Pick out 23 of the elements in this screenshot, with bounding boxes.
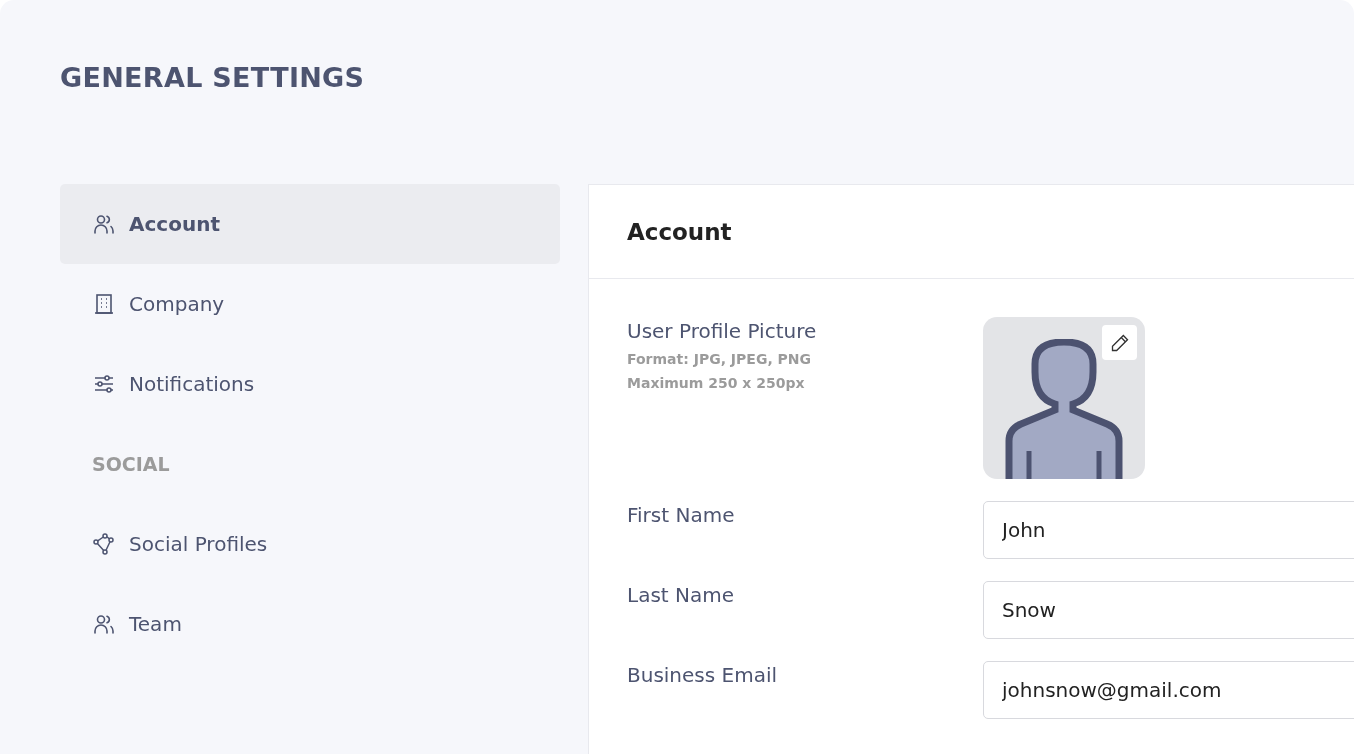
sidebar-item[interactable]: Team — [60, 584, 560, 664]
field-label: First Name — [627, 503, 736, 527]
network-icon — [92, 532, 116, 556]
building-icon — [92, 292, 116, 316]
input-field[interactable]: Snow — [983, 581, 1354, 639]
field-label: Business Email — [627, 663, 779, 687]
page-title: GENERAL SETTINGS — [60, 62, 366, 95]
sidebar-item[interactable]: Notifications — [60, 344, 560, 424]
sliders-icon — [92, 372, 116, 396]
users-icon — [92, 212, 116, 236]
field-label: Last Name — [627, 583, 736, 607]
sidebar-item[interactable]: Account — [60, 184, 560, 264]
input-field[interactable]: johnsnow@gmail.com — [983, 661, 1354, 719]
edit-button[interactable] — [1102, 325, 1137, 360]
section-heading: SOCIAL — [91, 452, 171, 477]
sidebar-item[interactable]: Social Profiles — [60, 504, 560, 584]
panel-title: Account — [627, 218, 732, 245]
field-label: User Profile Picture — [627, 319, 818, 343]
pencil-icon — [1109, 332, 1130, 353]
sidebar-item[interactable]: Company — [60, 264, 560, 344]
users-icon — [92, 612, 116, 636]
hint-text: Format: JPG, JPEG, PNG — [627, 351, 813, 367]
hint-text: Maximum 250 x 250px — [627, 375, 806, 391]
